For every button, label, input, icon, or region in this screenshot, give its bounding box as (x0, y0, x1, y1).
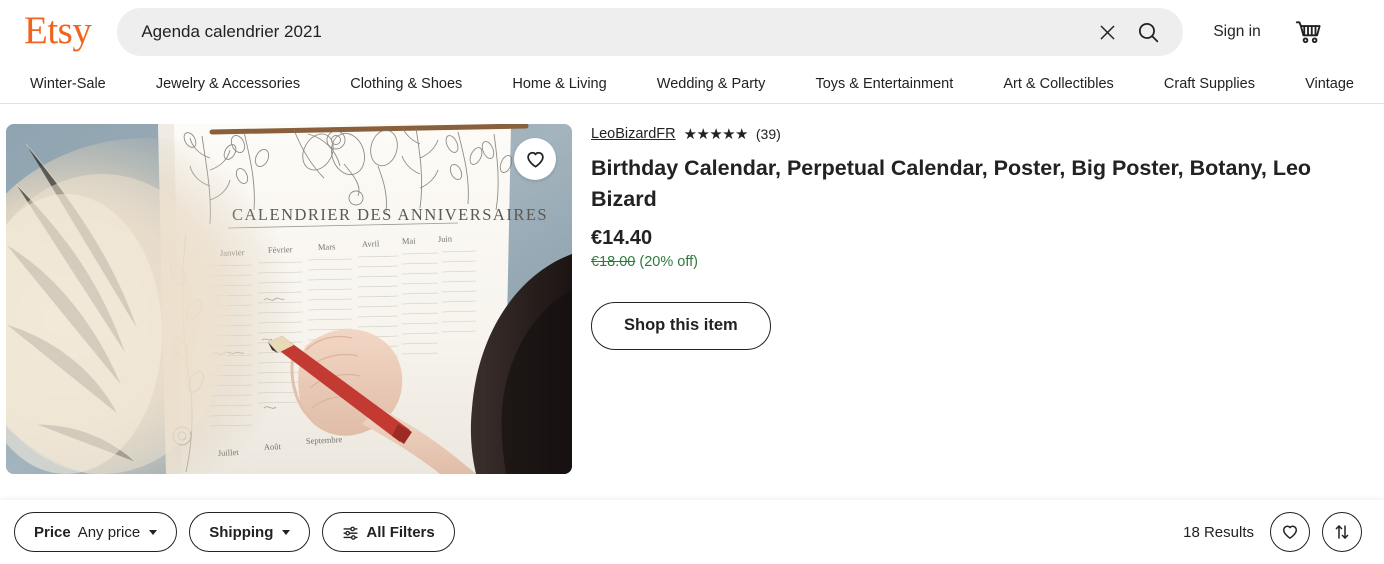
heart-icon (1282, 525, 1298, 539)
shopping-cart-icon[interactable] (1291, 15, 1325, 49)
nav-item-clothing-shoes[interactable]: Clothing & Shoes (344, 76, 468, 92)
search-results-main: CALENDRIER DES ANNIVERSAIRES Janvier Fév… (0, 104, 1384, 474)
filter-bar: Price Any price Shipping All Filters 18 … (0, 500, 1384, 564)
heart-icon (526, 151, 544, 168)
price-filter-value: Any price (77, 523, 141, 541)
shop-name-link[interactable]: LeoBizardFR (591, 126, 676, 142)
sort-button[interactable] (1322, 512, 1362, 552)
nav-item-winter-sale[interactable]: Winter-Sale (24, 76, 112, 92)
nav-item-craft-supplies[interactable]: Craft Supplies (1158, 76, 1261, 92)
rating-stars: ★★★★★ (683, 125, 749, 143)
shop-rating-row: LeoBizardFR ★★★★★ (39) (591, 126, 1360, 142)
review-count: (39) (755, 126, 781, 142)
svg-text:Septembre: Septembre (306, 434, 343, 446)
shop-this-item-button[interactable]: Shop this item (591, 301, 771, 350)
listing-photo: CALENDRIER DES ANNIVERSAIRES Janvier Fév… (6, 124, 572, 474)
price-filter-label: Price (34, 523, 71, 541)
svg-text:Juin: Juin (438, 233, 453, 244)
all-filters-label: All Filters (366, 523, 435, 541)
results-controls: 18 Results (1183, 512, 1362, 552)
shipping-filter-chip[interactable]: Shipping (189, 512, 311, 552)
etsy-logo[interactable]: Etsy (24, 11, 92, 54)
search-input[interactable] (141, 22, 1088, 42)
sort-arrows-icon (1335, 525, 1349, 539)
svg-text:Mai: Mai (402, 236, 417, 246)
sign-in-button[interactable]: Sign in (1213, 23, 1260, 41)
price-discount-row: €18.00 (20% off) (591, 253, 1360, 272)
svg-text:Avril: Avril (362, 238, 380, 249)
listing-title[interactable]: Birthday Calendar, Perpetual Calendar, P… (591, 153, 1331, 214)
all-filters-chip[interactable]: All Filters (322, 512, 455, 552)
nav-item-art-collectibles[interactable]: Art & Collectibles (997, 76, 1119, 92)
site-header: Etsy Sign in (0, 0, 1384, 64)
price-current: €14.40 (591, 227, 653, 250)
chevron-down-icon (149, 529, 158, 535)
nav-item-toys-entertainment[interactable]: Toys & Entertainment (809, 76, 959, 92)
listing-details: LeoBizardFR ★★★★★ (39) Birthday Calendar… (572, 124, 1360, 474)
magnifier-icon[interactable] (1127, 11, 1169, 53)
search-bar[interactable] (117, 8, 1184, 56)
price-original: €18.00 (591, 254, 636, 271)
listing-image[interactable]: CALENDRIER DES ANNIVERSAIRES Janvier Fév… (6, 124, 572, 474)
filter-chips: Price Any price Shipping All Filters (14, 512, 455, 552)
sliders-icon (342, 524, 359, 541)
chevron-down-icon (282, 529, 291, 535)
category-nav: Winter-Sale Jewelry & Accessories Clothi… (0, 64, 1384, 104)
nav-item-jewelry-accessories[interactable]: Jewelry & Accessories (150, 76, 306, 92)
nav-item-wedding-party[interactable]: Wedding & Party (651, 76, 772, 92)
price-filter-chip[interactable]: Price Any price (14, 512, 178, 552)
favorites-button[interactable] (1270, 512, 1310, 552)
close-x-icon[interactable] (1087, 12, 1127, 52)
results-count: 18 Results (1183, 523, 1254, 541)
favorite-listing-button[interactable] (514, 138, 556, 180)
etsy-search-results-page: Etsy Sign in (0, 0, 1384, 564)
nav-item-vintage[interactable]: Vintage (1299, 76, 1360, 92)
shipping-filter-label: Shipping (209, 523, 274, 541)
nav-item-home-living[interactable]: Home & Living (506, 76, 612, 92)
discount-label: (20% off) (639, 254, 698, 271)
